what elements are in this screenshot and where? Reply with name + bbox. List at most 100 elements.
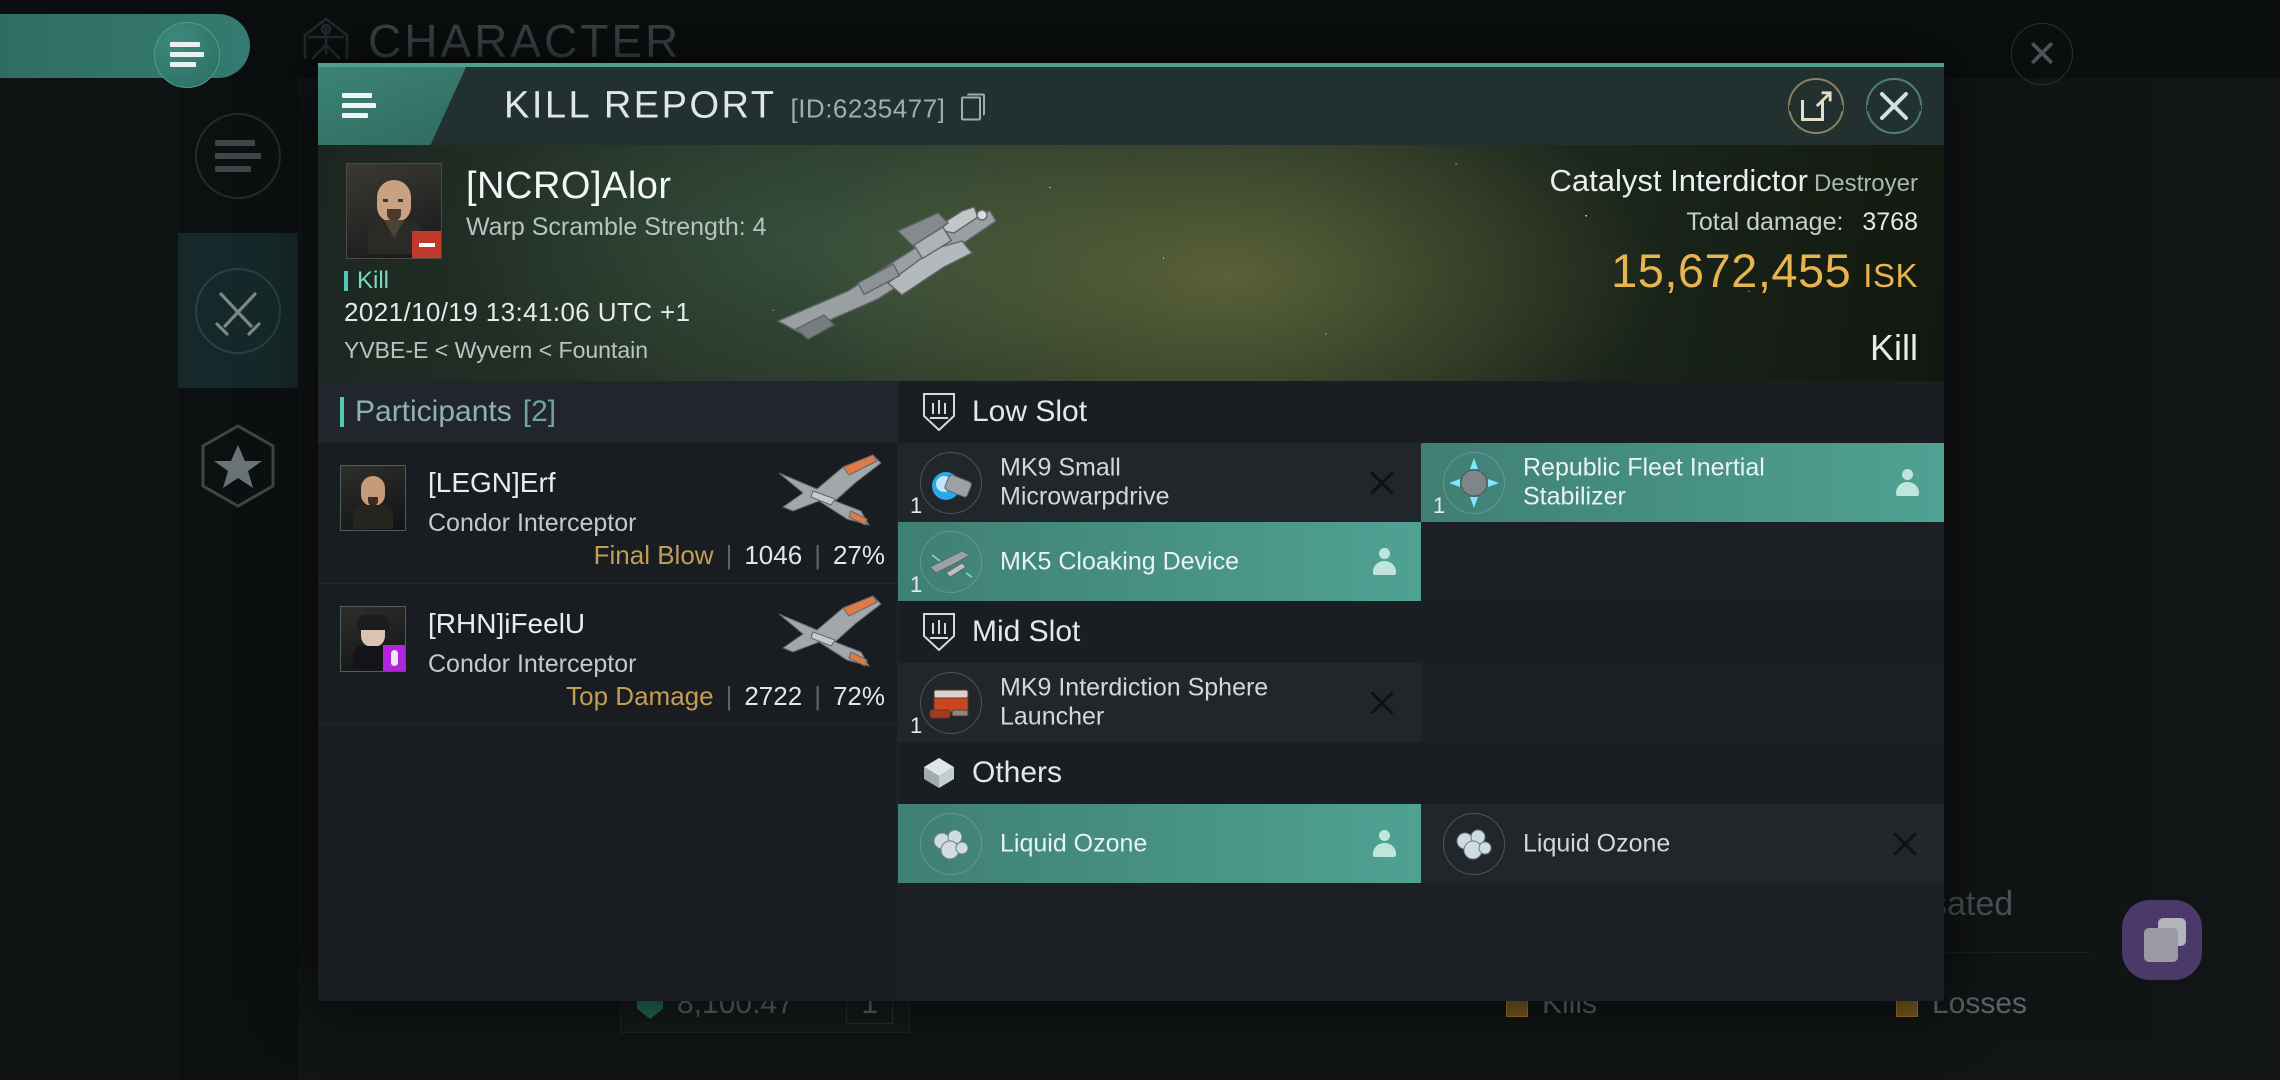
cloaking-device-icon (920, 531, 982, 593)
negative-standing-icon (412, 231, 441, 258)
fitting-item[interactable]: 1 MK9 Interdiction Sphere Launcher (898, 663, 1421, 742)
victim-warp-scramble: Warp Scramble Strength: 4 (466, 213, 767, 241)
close-icon[interactable]: ✕ (2011, 23, 2073, 85)
purple-booster-icon (383, 645, 405, 671)
background-sidebar (178, 78, 298, 1080)
fitting-item[interactable]: 1 MK5 Cloaking Device (898, 522, 1421, 601)
participant-ship: Condor Interceptor (428, 509, 637, 537)
item-quantity: 1 (910, 493, 923, 518)
fitting-empty-cell (1421, 522, 1944, 601)
total-damage-label: Total damage: (1686, 208, 1844, 236)
sidebar-item-favorites[interactable] (178, 388, 298, 543)
modal-body: Participants [2] [LEGN]Erf Condor Interc… (318, 381, 1944, 1001)
kill-timestamp: 2021/10/19 13:41:06 UTC +1 (344, 297, 691, 327)
sidebar-item-menu[interactable] (178, 78, 298, 233)
close-icon[interactable] (1369, 470, 1395, 496)
participant-percent: 27% (832, 540, 885, 570)
status-badge-label: Kill (357, 267, 390, 294)
kill-hero-banner: [NCRO]Alor Warp Scramble Strength: 4 Kil… (318, 145, 1944, 381)
copy-icon[interactable] (961, 93, 986, 121)
victim-ship-render (776, 206, 997, 340)
background-menu-pill[interactable] (0, 14, 250, 88)
section-header-others: Others (898, 742, 1944, 804)
background-losses-label: Losses (1932, 987, 2028, 1020)
participant-percent: 72% (832, 681, 885, 711)
participant-stats: Final Blow | 1046 | 27% (593, 540, 885, 570)
modal-menu-button[interactable] (318, 67, 466, 145)
vitruvian-man-icon (303, 17, 349, 60)
fitting-empty-cell (1421, 663, 1944, 742)
mid-slot-grid: 1 MK9 Interdiction Sphere Launcher (898, 663, 1944, 742)
section-title: Mid Slot (972, 615, 1081, 648)
status-badge: Kill (344, 267, 389, 295)
table-row[interactable]: [LEGN]Erf Condor Interceptor Final Blow … (318, 443, 897, 584)
victim-avatar[interactable] (346, 163, 442, 259)
modal-report-id: [ID:6235477] (790, 93, 946, 124)
section-header-low-slot: Low Slot (898, 381, 1944, 443)
victim-ship-name: Catalyst Interdictor (1549, 163, 1808, 198)
participant-damage: 2722 (744, 681, 803, 711)
victim-name: [NCRO]Alor (466, 165, 672, 207)
hamburger-icon[interactable] (154, 22, 220, 88)
kill-result-label: Kill (1869, 327, 1918, 368)
participants-panel: Participants [2] [LEGN]Erf Condor Interc… (318, 381, 898, 1001)
participant-ship-render (778, 595, 882, 667)
avatar (340, 465, 406, 531)
fitting-item[interactable]: Liquid Ozone (1421, 804, 1944, 883)
person-icon[interactable] (1371, 547, 1397, 576)
modal-title-group: KILL REPORT [ID:6235477] (504, 84, 986, 128)
item-name: MK9 Small Microwarpdrive (1000, 453, 1170, 511)
table-row[interactable]: [RHN]iFeelU Condor Interceptor Top Damag… (318, 584, 897, 725)
slot-shield-icon (923, 613, 955, 652)
liquid-ozone-icon (920, 813, 982, 875)
modal-header: KILL REPORT [ID:6235477] (318, 67, 1944, 145)
participant-stat-label: Top Damage (566, 681, 714, 711)
section-title: Low Slot (972, 395, 1088, 428)
participant-name: [LEGN]Erf (428, 467, 556, 498)
sidebar-item-combat[interactable] (178, 233, 298, 388)
participants-header: Participants [2] (318, 381, 897, 443)
multi-window-icon[interactable] (2122, 900, 2202, 980)
person-icon[interactable] (1894, 468, 1920, 497)
isk-unit: ISK (1863, 257, 1918, 294)
item-name: MK5 Cloaking Device (1000, 546, 1239, 575)
low-slot-grid: 1 MK9 Small Microwarpdrive 1 Republic Fl… (898, 443, 1944, 601)
item-quantity: 1 (1433, 493, 1446, 518)
close-icon[interactable] (1866, 78, 1922, 134)
modal-title: KILL REPORT (504, 84, 777, 127)
victim-ship-summary: Catalyst Interdictor Destroyer Total dama… (1550, 163, 1918, 298)
participant-damage: 1046 (744, 540, 803, 570)
fitting-item[interactable]: 1 Republic Fleet Inertial Stabilizer (1421, 443, 1944, 522)
item-name: Liquid Ozone (1523, 828, 1671, 857)
participant-ship-render (778, 454, 882, 526)
close-icon[interactable] (1369, 690, 1395, 716)
total-damage-value: 3768 (1862, 208, 1918, 236)
section-title: Others (972, 756, 1063, 789)
person-icon[interactable] (1371, 829, 1397, 858)
participant-stat-label: Final Blow (593, 540, 714, 570)
isk-value: 15,672,455 (1611, 244, 1852, 297)
victim-ship-class: Destroyer (1813, 170, 1918, 197)
liquid-ozone-icon (1443, 813, 1505, 875)
star-hexagon-icon (195, 423, 281, 509)
fitting-panel: Low Slot 1 MK9 Small Microwarpdrive 1 Re… (898, 381, 1944, 1001)
section-header-mid-slot: Mid Slot (898, 601, 1944, 663)
sphere-launcher-icon (920, 672, 982, 734)
cube-icon (924, 758, 954, 788)
hamburger-icon (195, 112, 281, 199)
kill-report-modal: KILL REPORT [ID:6235477] [NCRO]Alor Warp… (318, 63, 1944, 1001)
item-name: Republic Fleet Inertial Stabilizer (1523, 453, 1765, 511)
item-quantity: 1 (910, 572, 923, 597)
fitting-item[interactable]: Liquid Ozone (898, 804, 1421, 883)
item-name: MK9 Interdiction Sphere Launcher (1000, 673, 1269, 731)
share-external-icon[interactable] (1788, 78, 1844, 134)
participant-stats: Top Damage | 2722 | 72% (566, 681, 885, 711)
modal-header-actions (1788, 78, 1922, 134)
participants-count: [2] (522, 395, 557, 428)
participants-title: Participants (355, 395, 512, 428)
avatar (340, 606, 406, 672)
close-icon[interactable] (1892, 831, 1918, 857)
background-page-title-group: CHARACTER (300, 14, 681, 68)
microwarpdrive-icon (920, 452, 982, 514)
fitting-item[interactable]: 1 MK9 Small Microwarpdrive (898, 443, 1421, 522)
